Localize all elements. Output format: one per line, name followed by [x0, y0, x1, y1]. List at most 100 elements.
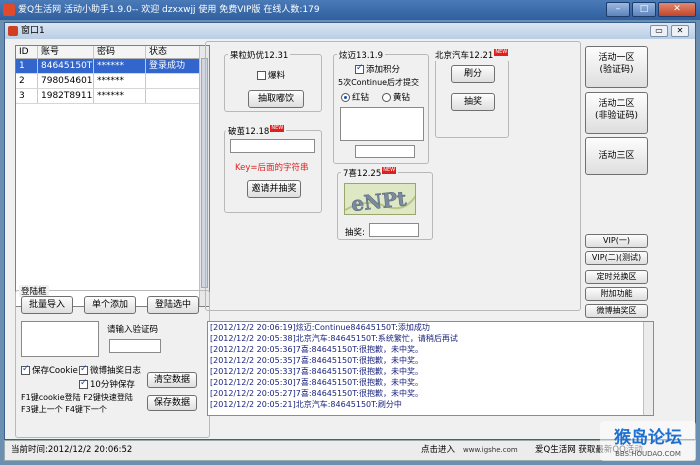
qixi-choujiang-input[interactable]	[369, 223, 419, 237]
cell-password: ******	[94, 59, 146, 73]
restore-icon[interactable]: ▭	[650, 25, 668, 37]
col-account[interactable]: 账号	[38, 46, 94, 58]
vip2-button[interactable]: VIP(二)(测试)	[585, 251, 648, 265]
check-icon	[21, 364, 30, 375]
add-points-checkbox[interactable]: 添加积分	[355, 63, 400, 75]
col-password[interactable]: 密码	[94, 46, 146, 58]
save-cookie-label: 保存Cookie	[32, 366, 78, 376]
app-icon	[3, 4, 15, 16]
captcha-prompt-label: 请输入验证码	[107, 325, 159, 335]
yellow-diamond-label: 黄钻	[393, 93, 411, 103]
beijing-label: 北京汽车12.21 NEW	[433, 49, 511, 61]
close-icon[interactable]: ✕	[671, 25, 689, 37]
inner-window-titlebar: 窗口1 ▭ ✕	[5, 23, 695, 39]
hotkey-hint-2: F3键上一个 F4键下一个	[21, 405, 107, 414]
cell-id: 3	[16, 89, 38, 103]
captcha-graphic: eNPt	[345, 186, 415, 214]
beijing-choujiang-button[interactable]: 抽奖	[451, 93, 495, 111]
qixi-choujiang-label: 抽奖:	[345, 228, 365, 238]
ten-min-save-checkbox[interactable]: 10分钟保存	[79, 378, 135, 390]
cell-status	[146, 74, 201, 88]
log-line: [2012/12/2 20:05:30]7喜:84645150T:很抱歉，未中奖…	[210, 378, 423, 387]
radio-icon	[382, 93, 391, 102]
col-status[interactable]: 状态	[146, 46, 201, 58]
cell-account: 798054601	[38, 74, 94, 88]
window-icon	[8, 26, 18, 36]
area3-button[interactable]: 活动三区	[585, 137, 648, 175]
minimize-button[interactable]: –	[606, 2, 630, 17]
new-badge: NEW	[270, 125, 285, 132]
table-row[interactable]: 2 798054601 ******	[16, 74, 209, 89]
key-hint: Key=后面的字符串	[235, 163, 309, 173]
bao-checkbox[interactable]: 爆料	[257, 69, 285, 81]
check-icon	[355, 63, 364, 74]
qixi-label: 7喜12.25 NEW	[341, 167, 399, 179]
app-titlebar: 爱Q生活网 活动小助手1.9.0-- 欢迎 dzxxwjj 使用 免费VIP版 …	[0, 0, 700, 20]
account-table[interactable]: ID 账号 密码 状态 1 84645150T ****** 登录成功 2 79…	[15, 45, 210, 307]
red-diamond-radio[interactable]: 红钻	[341, 91, 369, 103]
vip1-button[interactable]: VIP(一)	[585, 234, 648, 248]
ten-min-save-label: 10分钟保存	[90, 380, 135, 390]
log-scrollbar[interactable]	[643, 322, 653, 415]
add-points-label: 添加积分	[366, 65, 401, 75]
table-row[interactable]: 1 84645150T ****** 登录成功	[16, 59, 209, 74]
timed-exchange-button[interactable]: 定时兑换区	[585, 270, 648, 284]
add-single-button[interactable]: 单个添加	[84, 296, 136, 314]
cell-account: 1982T89112	[38, 89, 94, 103]
table-header: ID 账号 密码 状态	[16, 46, 209, 59]
clear-data-button[interactable]: 清空数据	[147, 372, 197, 388]
inner-window-title: 窗口1	[21, 26, 45, 36]
enter-link[interactable]: 点击进入	[421, 441, 455, 460]
pocan-label-text: 破茧12.18	[228, 127, 270, 137]
login-selected-button[interactable]: 登陆选中	[147, 296, 199, 314]
cell-status	[146, 89, 201, 103]
chouqu-dunyin-button[interactable]: 抽取嘟饮	[248, 90, 304, 108]
check-icon	[79, 364, 88, 375]
cell-password: ******	[94, 89, 146, 103]
close-button[interactable]: ✕	[658, 2, 696, 17]
yellow-diamond-radio[interactable]: 黄钻	[382, 91, 410, 103]
extra-functions-button[interactable]: 附加功能	[585, 287, 648, 301]
weibo-lottery-button[interactable]: 微博抽奖区	[585, 304, 648, 318]
cell-password: ******	[94, 74, 146, 88]
check-icon	[257, 71, 266, 80]
qixi-label-text: 7喜12.25	[343, 169, 382, 179]
red-diamond-label: 红钻	[352, 93, 370, 103]
col-id[interactable]: ID	[16, 46, 38, 58]
cell-account: 84645150T	[38, 59, 94, 73]
captcha-input[interactable]	[109, 339, 161, 353]
xuanmai-textarea[interactable]	[340, 107, 424, 141]
forum-watermark: 猴岛论坛 BBS.HOUDAO.COM	[600, 421, 696, 461]
log-line: [2012/12/2 20:05:36]7喜:84645150T:很抱歉，未中奖…	[210, 345, 423, 354]
current-time: 当前时间:2012/12/2 20:06:52	[11, 445, 133, 455]
area1-button[interactable]: 活动一区 (验证码)	[585, 46, 648, 88]
invite-lottery-button[interactable]: 邀请并抽奖	[247, 180, 301, 198]
xuanmai-input[interactable]	[355, 145, 415, 158]
area2-button[interactable]: 活动二区 (非验证码)	[585, 92, 648, 134]
log-line: [2012/12/2 20:05:27]7喜:84645150T:很抱歉，未中奖…	[210, 389, 423, 398]
save-cookie-checkbox[interactable]: 保存Cookie	[21, 364, 78, 376]
app-title: 爱Q生活网 活动小助手1.9.0-- 欢迎 dzxxwjj 使用 免费VIP版 …	[18, 5, 320, 15]
weibo-log-label: 微博抽奖日志	[90, 366, 142, 376]
site-link[interactable]: www.igshe.com	[463, 441, 518, 460]
submit-note: 5次Continue后才提交	[338, 78, 420, 87]
qixi-captcha-image: eNPt	[344, 183, 416, 215]
xuanmai-label: 炫迈13.1.9	[337, 49, 386, 61]
hotkey-hint-1: F1键cookie登陆 F2键快速登陆	[21, 393, 133, 402]
log-panel[interactable]: [2012/12/2 20:06:19]炫迈:Continue84645150T…	[207, 321, 654, 416]
log-line: [2012/12/2 20:05:35]7喜:84645150T:很抱歉，未中奖…	[210, 356, 423, 365]
pocan-key-input[interactable]	[230, 139, 315, 153]
table-row[interactable]: 3 1982T89112 ******	[16, 89, 209, 104]
status-bar: 当前时间:2012/12/2 20:06:52 点击进入 www.igshe.c…	[4, 440, 696, 461]
cell-id: 2	[16, 74, 38, 88]
weibo-log-checkbox[interactable]: 微博抽奖日志	[79, 364, 141, 376]
bao-label: 爆料	[268, 71, 286, 81]
log-line: [2012/12/2 20:05:21]北京汽车:84645150T:刷分中	[210, 400, 402, 409]
bulk-import-button[interactable]: 批量导入	[21, 296, 73, 314]
save-data-button[interactable]: 保存数据	[147, 395, 197, 411]
watermark-url: BBS.HOUDAO.COM	[615, 450, 681, 458]
maximize-button[interactable]: □	[632, 2, 656, 17]
shuafen-button[interactable]: 刷分	[451, 65, 495, 83]
captcha-image-box	[21, 321, 99, 357]
new-badge: NEW	[494, 49, 509, 56]
